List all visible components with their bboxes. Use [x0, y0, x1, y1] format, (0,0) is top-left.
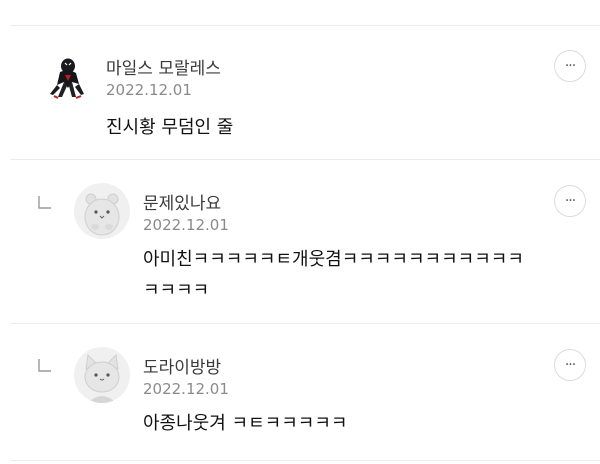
- more-options-button[interactable]: ···: [554, 50, 586, 82]
- more-dots-icon: ···: [564, 357, 576, 373]
- hamster-avatar-icon: [74, 183, 130, 239]
- reply-arrow-icon: [38, 196, 51, 209]
- comment-author[interactable]: 도라이방방: [143, 353, 221, 378]
- comment-text: 진시황 무덤인 줄: [106, 117, 234, 138]
- reply-arrow-icon: [38, 359, 51, 372]
- more-dots-icon: ···: [564, 58, 576, 74]
- avatar[interactable]: [74, 183, 130, 239]
- divider-top: [10, 25, 600, 26]
- spiderman-avatar-icon: [38, 48, 94, 104]
- avatar[interactable]: [74, 347, 130, 403]
- divider: [10, 159, 600, 160]
- more-options-button[interactable]: ···: [554, 349, 586, 381]
- comment-author[interactable]: 마일스 모랄레스: [106, 54, 221, 79]
- comment-text: 아종나웃겨 ㅋㅌㅋㅋㅋㅋㅋ: [143, 413, 348, 434]
- comment-text-line: 아미친ㅋㅋㅋㅋㅋㅌ개웃겸ㅋㅋㅋㅋㅋㅋㅋㅋㅋㅋㅋ: [143, 249, 524, 270]
- comment-author[interactable]: 문제있나요: [143, 189, 221, 214]
- comment-date: 2022.12.01: [143, 380, 229, 398]
- avatar[interactable]: [38, 48, 94, 104]
- more-options-button[interactable]: ···: [554, 185, 586, 217]
- divider: [10, 460, 600, 461]
- comment-date: 2022.12.01: [106, 81, 192, 99]
- cat-avatar-icon: [74, 347, 130, 403]
- comment-text: 아미친ㅋㅋㅋㅋㅋㅌ개웃겸ㅋㅋㅋㅋㅋㅋㅋㅋㅋㅋㅋ ㅋㅋㅋㅋ: [143, 244, 524, 306]
- more-dots-icon: ···: [564, 193, 576, 209]
- divider: [10, 323, 600, 324]
- comment-text-line: ㅋㅋㅋㅋ: [143, 280, 210, 301]
- comment-date: 2022.12.01: [143, 216, 229, 234]
